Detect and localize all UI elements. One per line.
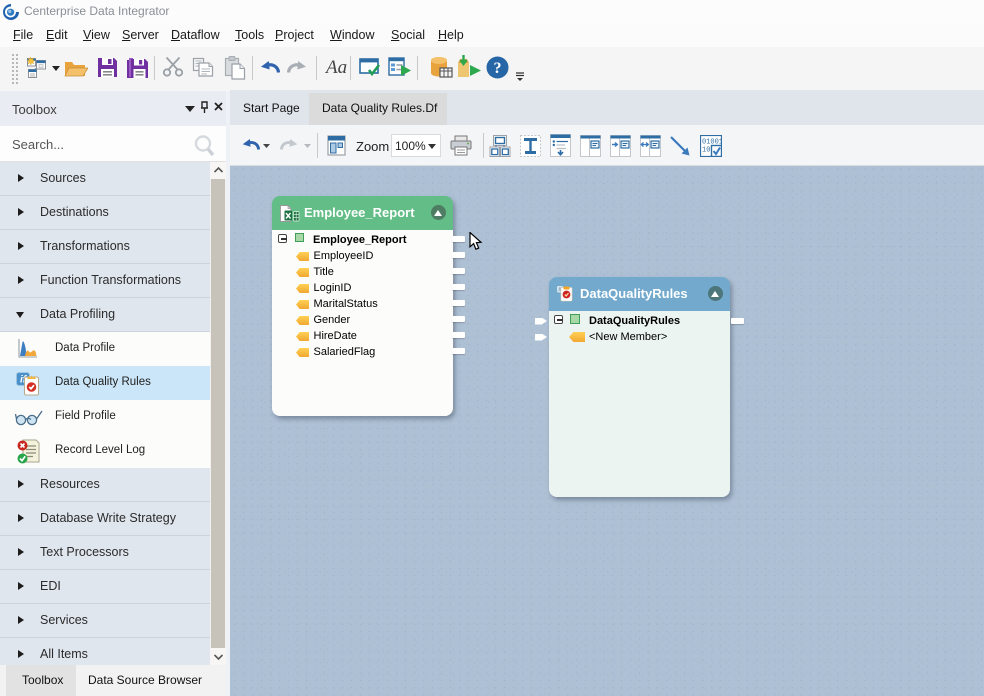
svg-text:10: 10	[702, 147, 710, 155]
svg-text:?: ?	[494, 60, 502, 77]
